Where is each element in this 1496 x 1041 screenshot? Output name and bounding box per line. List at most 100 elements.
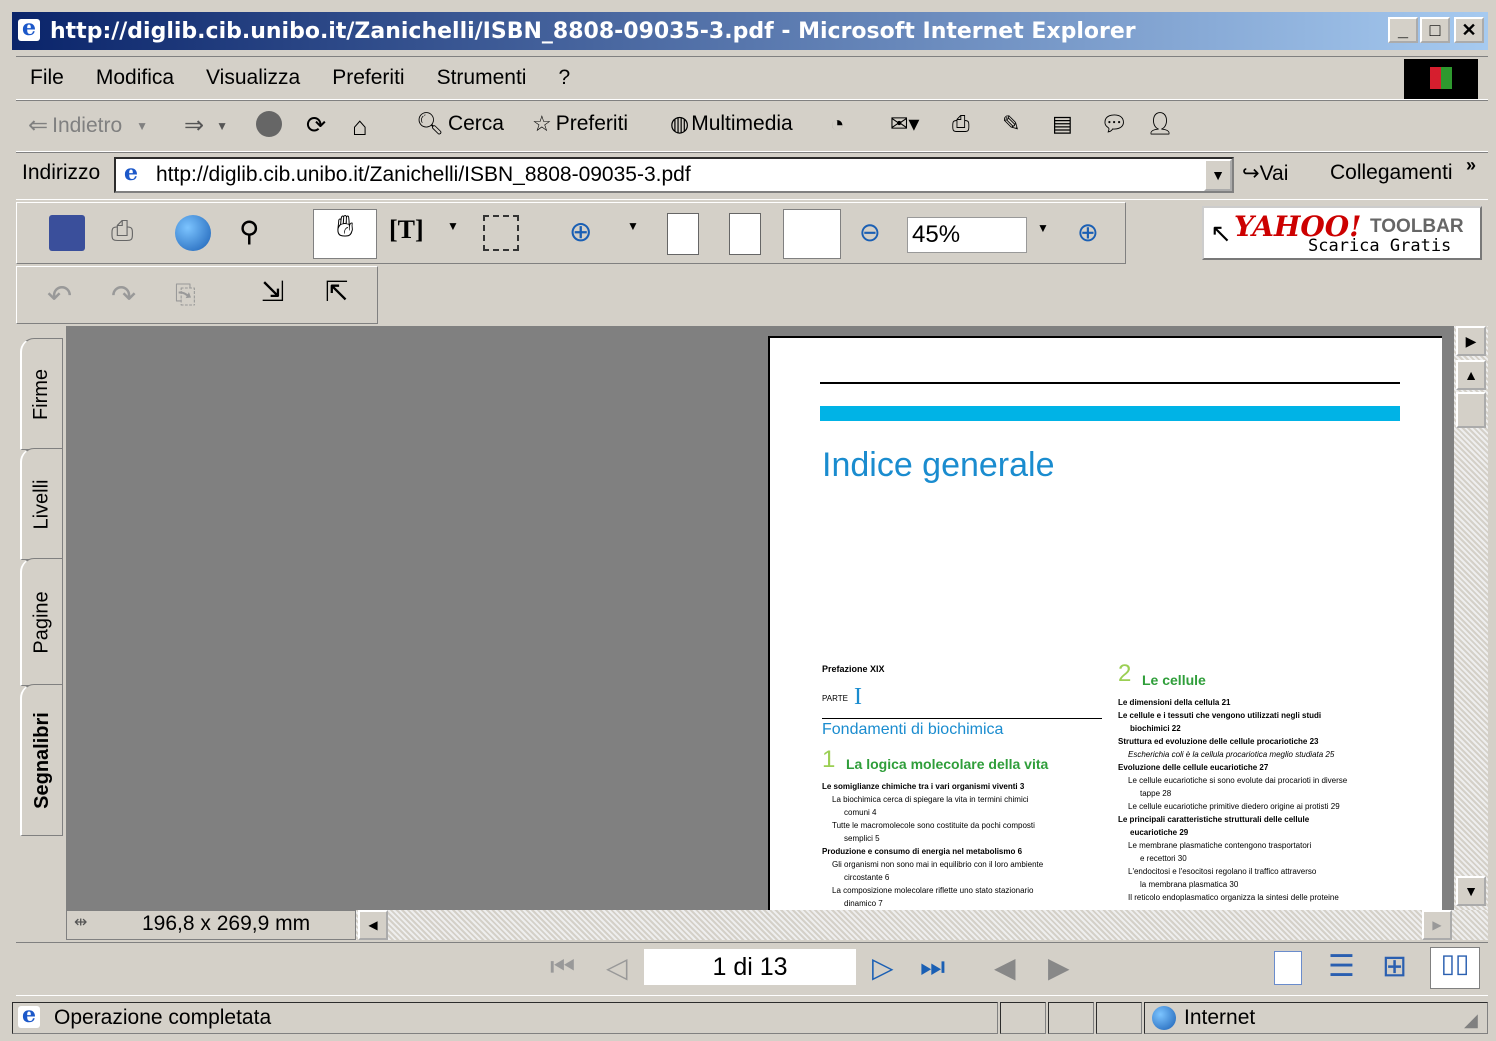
maximize-button[interactable]: □ — [1420, 17, 1450, 43]
menu-modifica[interactable]: Modifica — [96, 66, 174, 90]
first-page-icon[interactable]: ⏮ — [550, 951, 575, 984]
stop-icon — [256, 111, 282, 137]
toc-entry: e recettori 30 — [1140, 854, 1187, 863]
go-label: Vai — [1259, 162, 1289, 185]
continuous-icon[interactable]: ☰ — [1328, 949, 1355, 984]
resize-grip-icon[interactable]: ◢ — [1464, 1010, 1478, 1031]
yahoo-toolbar-banner[interactable]: ↖ YAHOO! TOOLBAR Scarica Gratis — [1202, 206, 1482, 260]
chevron-down-icon[interactable]: ▼ — [627, 219, 643, 255]
close-button[interactable]: ✕ — [1454, 17, 1484, 43]
mail-icon: ✉▾ — [890, 111, 920, 136]
contacts-button[interactable]: 👤︎ — [1146, 111, 1174, 137]
next-view-icon[interactable]: ▶ — [1048, 951, 1070, 984]
history-button[interactable]: ◔ — [830, 111, 845, 139]
minimize-button[interactable]: _ — [1388, 17, 1418, 43]
resize-handle-icon[interactable]: ⇹ — [74, 912, 87, 932]
tab-pagine-label: Pagine — [30, 590, 53, 654]
chapter-2-title: Le cellule — [1142, 672, 1206, 688]
chapter-2-number: 2 — [1118, 660, 1132, 687]
vertical-scrollbar[interactable]: ▶ ▲ ▼ — [1454, 326, 1488, 910]
rotate-left-icon[interactable]: ↶ — [47, 279, 83, 315]
menu-help[interactable]: ? — [558, 66, 570, 90]
single-page-icon[interactable] — [1274, 951, 1302, 985]
toc-entry: L'endocitosi e l'esocitosi regolano il t… — [1128, 867, 1317, 876]
scroll-right-button[interactable]: ▶ — [1422, 910, 1452, 940]
discuss-button[interactable]: ▤ — [1052, 111, 1073, 137]
zoom-dropdown-icon[interactable]: ▼ — [1037, 221, 1053, 257]
zoom-in-magnifier-icon[interactable]: ⊕ — [569, 215, 605, 251]
menu-preferiti[interactable]: Preferiti — [332, 66, 404, 90]
chapter-1-entries: Le somiglianze chimiche tra i vari organ… — [822, 780, 1043, 910]
search-label: Cerca — [447, 112, 504, 135]
ie-icon[interactable] — [18, 15, 40, 41]
home-button[interactable]: ⌂ — [352, 111, 368, 142]
navigation-tabs-panel: Firme Livelli Pagine Segnalibri — [16, 326, 66, 940]
rotate-page-ccw-icon[interactable]: ⇱ — [325, 275, 361, 311]
scroll-up-button[interactable]: ▲ — [1456, 360, 1486, 390]
refresh-button[interactable]: ⟳ — [306, 111, 326, 140]
find-binoculars-icon[interactable]: ⚲ — [239, 215, 275, 251]
rotate-right-icon[interactable]: ↷ — [111, 279, 147, 315]
chapter-1-number: 1 — [822, 746, 836, 773]
tab-firme[interactable]: Firme — [20, 338, 63, 450]
chevron-right-icon[interactable]: ▶ — [1456, 326, 1486, 356]
zoom-out-icon[interactable]: ⊖ — [859, 217, 895, 253]
actual-size-icon[interactable] — [667, 213, 699, 255]
scroll-down-button[interactable]: ▼ — [1456, 876, 1486, 906]
search-button[interactable]: 🔍︎ Cerca — [416, 111, 504, 137]
windows-logo-icon — [1404, 59, 1478, 99]
snapshot-icon[interactable] — [483, 215, 519, 251]
toc-entry: Le cellule e i tessuti che vengono utili… — [1118, 711, 1322, 720]
print-icon[interactable]: ⎙ — [111, 215, 147, 251]
toc-entry: La composizione molecolare riflette uno … — [832, 886, 1034, 895]
email-globe-icon[interactable] — [175, 215, 211, 251]
print-button[interactable]: ⎙ — [952, 111, 970, 137]
page-number-field[interactable]: 1 di 13 — [644, 949, 856, 985]
scroll-thumb[interactable] — [1456, 392, 1486, 428]
toc-entry: Le cellule eucariotiche si sono evolute … — [1128, 776, 1348, 785]
links-button[interactable]: Collegamenti — [1330, 161, 1453, 185]
favorites-button[interactable]: ☆ Preferiti — [532, 111, 628, 137]
menu-strumenti[interactable]: Strumenti — [437, 66, 527, 90]
scroll-left-button[interactable]: ◀ — [358, 910, 388, 940]
zoom-in-icon[interactable]: ⊕ — [1077, 217, 1113, 253]
hand-tool-icon[interactable]: ✋︎ — [313, 209, 377, 259]
back-button[interactable]: ⇐ Indietro ▼ — [28, 111, 148, 140]
fit-page-icon[interactable] — [729, 213, 761, 255]
tab-pagine[interactable]: Pagine — [20, 558, 63, 686]
facing-icon[interactable]: ⊞ — [1382, 949, 1407, 984]
rotate-page-cw-icon[interactable]: ⇲ — [261, 275, 297, 311]
go-button[interactable]: ↪Vai — [1242, 161, 1288, 186]
menu-file[interactable]: File — [30, 66, 64, 90]
previous-view-icon[interactable]: ◀ — [994, 951, 1016, 984]
copy-icon[interactable]: ⎘ — [175, 279, 211, 315]
continuous-facing-icon[interactable]: ▯▯ — [1430, 947, 1480, 989]
refresh-icon: ⟳ — [306, 112, 327, 139]
stop-button[interactable] — [256, 111, 286, 137]
next-page-icon[interactable]: ▷ — [872, 951, 894, 984]
previous-page-icon[interactable]: ◁ — [606, 951, 628, 984]
save-icon[interactable] — [49, 215, 85, 251]
tab-segnalibri[interactable]: Segnalibri — [20, 684, 63, 836]
fit-width-icon[interactable] — [783, 209, 841, 259]
address-input[interactable]: http://diglib.cib.unibo.it/Zanichelli/IS… — [114, 157, 1234, 193]
menu-visualizza[interactable]: Visualizza — [206, 66, 300, 90]
last-page-icon[interactable]: ⏭ — [920, 951, 945, 984]
text-select-icon[interactable]: [T] — [389, 215, 425, 251]
standard-toolbar: ⇐ Indietro ▼ ⇒ ▼ ⟳ ⌂ 🔍︎ Cerca ☆ Preferit… — [16, 100, 1488, 152]
horizontal-scrollbar[interactable]: ⇹ 196,8 x 269,9 mm ◀ ▶ — [66, 910, 1488, 940]
chevron-down-icon[interactable]: ▼ — [447, 219, 463, 255]
edit-button[interactable]: ✎ — [1002, 111, 1020, 137]
status-panel — [1000, 1002, 1046, 1034]
preface-entry: Prefazione XIX — [822, 664, 885, 674]
media-button[interactable]: ◍ Multimedia — [670, 111, 793, 137]
part-number: I — [854, 684, 862, 710]
zoom-level-field[interactable]: 45% — [907, 217, 1027, 253]
forward-button[interactable]: ⇒ ▼ — [184, 111, 228, 140]
page-icon — [120, 160, 142, 186]
links-chevron-icon[interactable]: » — [1466, 155, 1476, 176]
address-dropdown-button[interactable]: ▼ — [1204, 159, 1232, 191]
tab-livelli[interactable]: Livelli — [20, 448, 63, 560]
messenger-button[interactable]: 💬︎ — [1100, 111, 1128, 137]
mail-button[interactable]: ✉▾ — [890, 111, 919, 137]
